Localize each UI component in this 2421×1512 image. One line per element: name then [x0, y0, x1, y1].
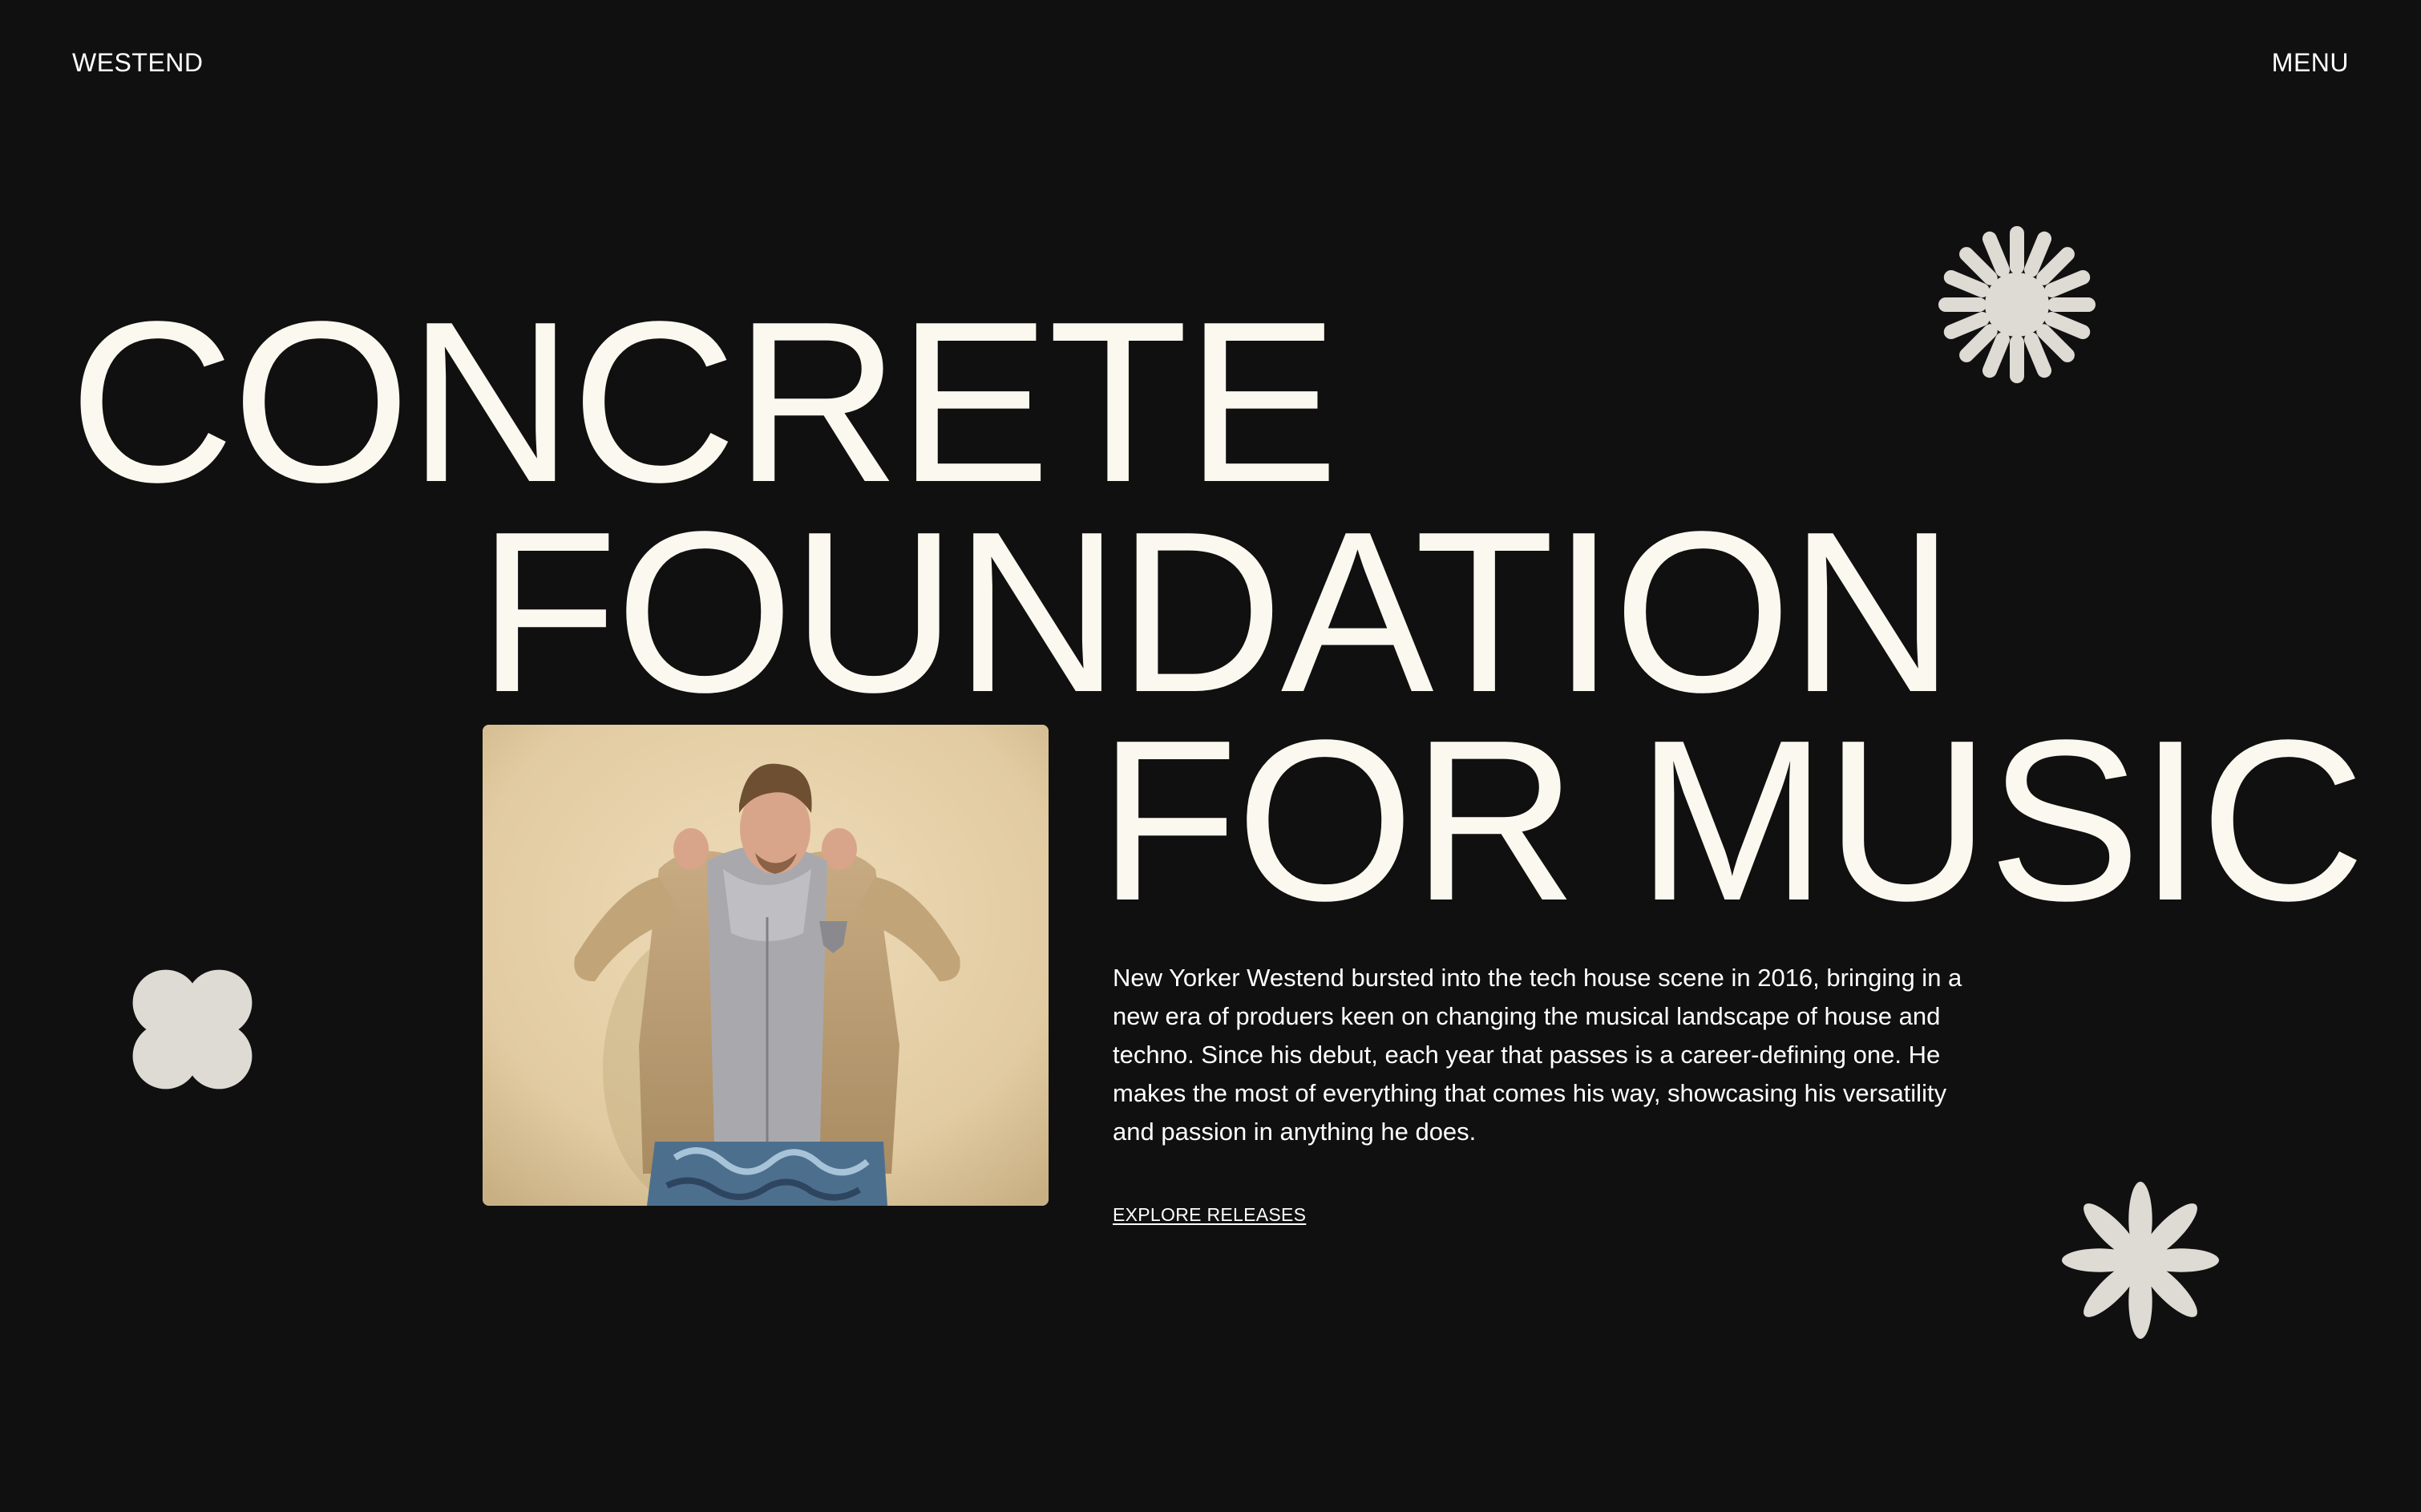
sunburst-icon [1938, 226, 2096, 383]
flower-icon [2062, 1182, 2219, 1339]
artist-photo [483, 725, 1049, 1206]
artist-bio: New Yorker Westend bursted into the tech… [1113, 964, 1962, 1146]
brand-logo[interactable]: WESTEND [72, 50, 204, 75]
clover-icon [132, 969, 253, 1090]
hero-heading-line-1: CONCRETE [69, 273, 1339, 530]
hero-heading-line-3: FOR MUSIC [1098, 692, 2366, 948]
menu-button[interactable]: MENU [2272, 50, 2349, 75]
explore-releases-link[interactable]: EXPLORE RELEASES [1113, 1204, 1306, 1226]
